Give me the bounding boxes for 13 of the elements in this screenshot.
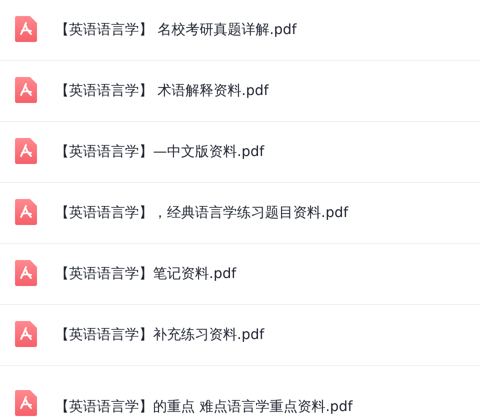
pdf-file-icon (15, 16, 37, 42)
pdf-file-icon (15, 199, 37, 225)
pdf-file-icon (15, 260, 37, 286)
file-name[interactable]: 【英语语言学】 名校考研真题详解.pdf (55, 21, 297, 39)
file-name[interactable]: 【英语语言学】—中文版资料.pdf (55, 143, 264, 161)
pdf-file-icon (15, 321, 37, 347)
file-name[interactable]: 【英语语言学】的重点 难点语言学重点资料.pdf (55, 398, 353, 416)
file-name[interactable]: 【英语语言学】笔记资料.pdf (55, 265, 236, 283)
pdf-file-icon (15, 138, 37, 164)
file-name[interactable]: 【英语语言学】 术语解释资料.pdf (55, 82, 269, 100)
file-name[interactable]: 【英语语言学】补充练习资料.pdf (55, 326, 264, 344)
file-name[interactable]: 【英语语言学】，经典语言学练习题目资料.pdf (55, 204, 348, 222)
pdf-file-icon (15, 77, 37, 103)
